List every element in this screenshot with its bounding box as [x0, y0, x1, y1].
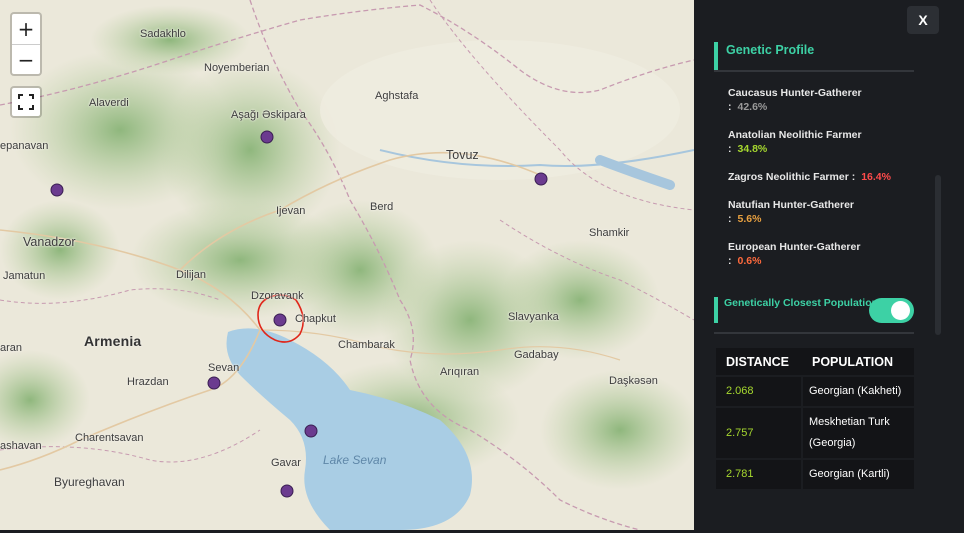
- country-label: Armenia: [84, 333, 142, 349]
- sample-marker[interactable]: [260, 130, 274, 144]
- fullscreen-icon: [18, 94, 34, 110]
- app: Sadakhlo Noyemberian Alaverdi Aşağı Əski…: [0, 0, 964, 533]
- place-label: Sevan: [208, 362, 240, 374]
- map-view[interactable]: Sadakhlo Noyemberian Alaverdi Aşağı Əski…: [0, 0, 694, 530]
- fullscreen-button[interactable]: [10, 86, 42, 118]
- component-name: Anatolian Neolithic Farmer: [728, 129, 862, 141]
- place-label: Jamatun: [3, 270, 46, 282]
- column-header-population[interactable]: POPULATION: [802, 348, 914, 376]
- place-label: Byureghavan: [54, 475, 125, 489]
- place-label: Tovuz: [446, 148, 479, 162]
- component-name: European Hunter-Gatherer: [728, 241, 861, 253]
- sample-marker[interactable]: [273, 313, 287, 327]
- table-row[interactable]: 2.757 Meskhetian Turk (Georgia): [716, 406, 914, 459]
- place-label: Dzoravank: [251, 290, 304, 302]
- place-label: ashavan: [0, 440, 42, 452]
- place-label: Vanadzor: [23, 235, 76, 249]
- place-label: Dilijan: [176, 269, 206, 281]
- scrollbar[interactable]: [935, 175, 941, 335]
- place-label: Chambarak: [338, 339, 395, 351]
- divider: [714, 332, 914, 334]
- divider: [714, 70, 914, 72]
- closest-populations-toggle[interactable]: [869, 298, 914, 323]
- genetic-profile-list: Caucasus Hunter-Gatherer :42.6% Anatolia…: [728, 86, 928, 282]
- column-header-distance[interactable]: DISTANCE: [716, 348, 802, 376]
- place-label: Arıqıran: [440, 366, 480, 378]
- place-label: Slavyanka: [508, 311, 559, 323]
- place-label: Alaverdi: [89, 97, 129, 109]
- component-percentage: 16.4%: [861, 171, 891, 183]
- zoom-control: + −: [10, 12, 42, 76]
- component-percentage: 5.6%: [737, 213, 762, 225]
- profile-row: Natufian Hunter-Gatherer :5.6%: [728, 198, 928, 226]
- place-label: Gavar: [271, 457, 301, 469]
- population-cell: Meskhetian Turk (Georgia): [801, 406, 914, 459]
- table-row[interactable]: 2.068 Georgian (Kakheti): [716, 375, 914, 407]
- sample-marker[interactable]: [534, 172, 548, 186]
- place-label: Daşkəsən: [609, 375, 658, 387]
- section-title: Genetic Profile: [714, 42, 914, 72]
- distance-cell: 2.068: [716, 375, 802, 407]
- population-cell: Georgian (Kakheti): [801, 375, 914, 407]
- place-label: Aşağı Əskipara: [231, 109, 306, 121]
- component-percentage: 0.6%: [737, 255, 762, 267]
- place-label: Gadabay: [514, 349, 559, 361]
- place-label: Ijevan: [276, 205, 306, 217]
- distance-cell: 2.757: [716, 406, 802, 459]
- map-terrain: [0, 0, 694, 530]
- sample-marker[interactable]: [280, 484, 294, 498]
- sample-marker[interactable]: [207, 376, 221, 390]
- component-name: Natufian Hunter-Gatherer: [728, 199, 855, 211]
- component-percentage: 42.6%: [737, 101, 768, 113]
- toggle-knob: [891, 301, 910, 320]
- close-button[interactable]: X: [907, 6, 939, 34]
- sample-marker[interactable]: [50, 183, 64, 197]
- sample-marker[interactable]: [304, 424, 318, 438]
- place-label: Charentsavan: [75, 432, 144, 444]
- place-label: Hrazdan: [127, 376, 169, 388]
- place-label: Noyemberian: [204, 62, 270, 74]
- profile-row: Anatolian Neolithic Farmer :34.8%: [728, 128, 928, 156]
- distance-cell: 2.781: [716, 458, 802, 489]
- zoom-in-button[interactable]: +: [12, 14, 40, 44]
- component-percentage: 34.8%: [737, 143, 768, 155]
- closest-populations-table: DISTANCE POPULATION 2.068 Georgian (Kakh…: [716, 348, 914, 489]
- side-panel: X Genetic Profile Caucasus Hunter-Gather…: [694, 0, 964, 533]
- place-label: Aghstafa: [375, 90, 419, 102]
- lake-label: Lake Sevan: [323, 453, 387, 467]
- table-row[interactable]: 2.781 Georgian (Kartli): [716, 458, 914, 489]
- place-label: Chapkut: [295, 313, 336, 325]
- profile-row: Zagros Neolithic Farmer :16.4%: [728, 171, 891, 183]
- profile-row: Caucasus Hunter-Gatherer :42.6%: [728, 86, 928, 114]
- place-label: Shamkir: [589, 227, 630, 239]
- population-cell: Georgian (Kartli): [801, 458, 914, 489]
- place-label: epanavan: [0, 140, 49, 152]
- place-label: Sadakhlo: [140, 28, 186, 40]
- place-label: Berd: [370, 201, 394, 213]
- component-name: Zagros Neolithic Farmer: [728, 171, 849, 183]
- place-label: aran: [0, 342, 23, 354]
- profile-row: European Hunter-Gatherer :0.6%: [728, 240, 928, 268]
- zoom-out-button[interactable]: −: [12, 44, 40, 74]
- component-name: Caucasus Hunter-Gatherer: [728, 87, 862, 99]
